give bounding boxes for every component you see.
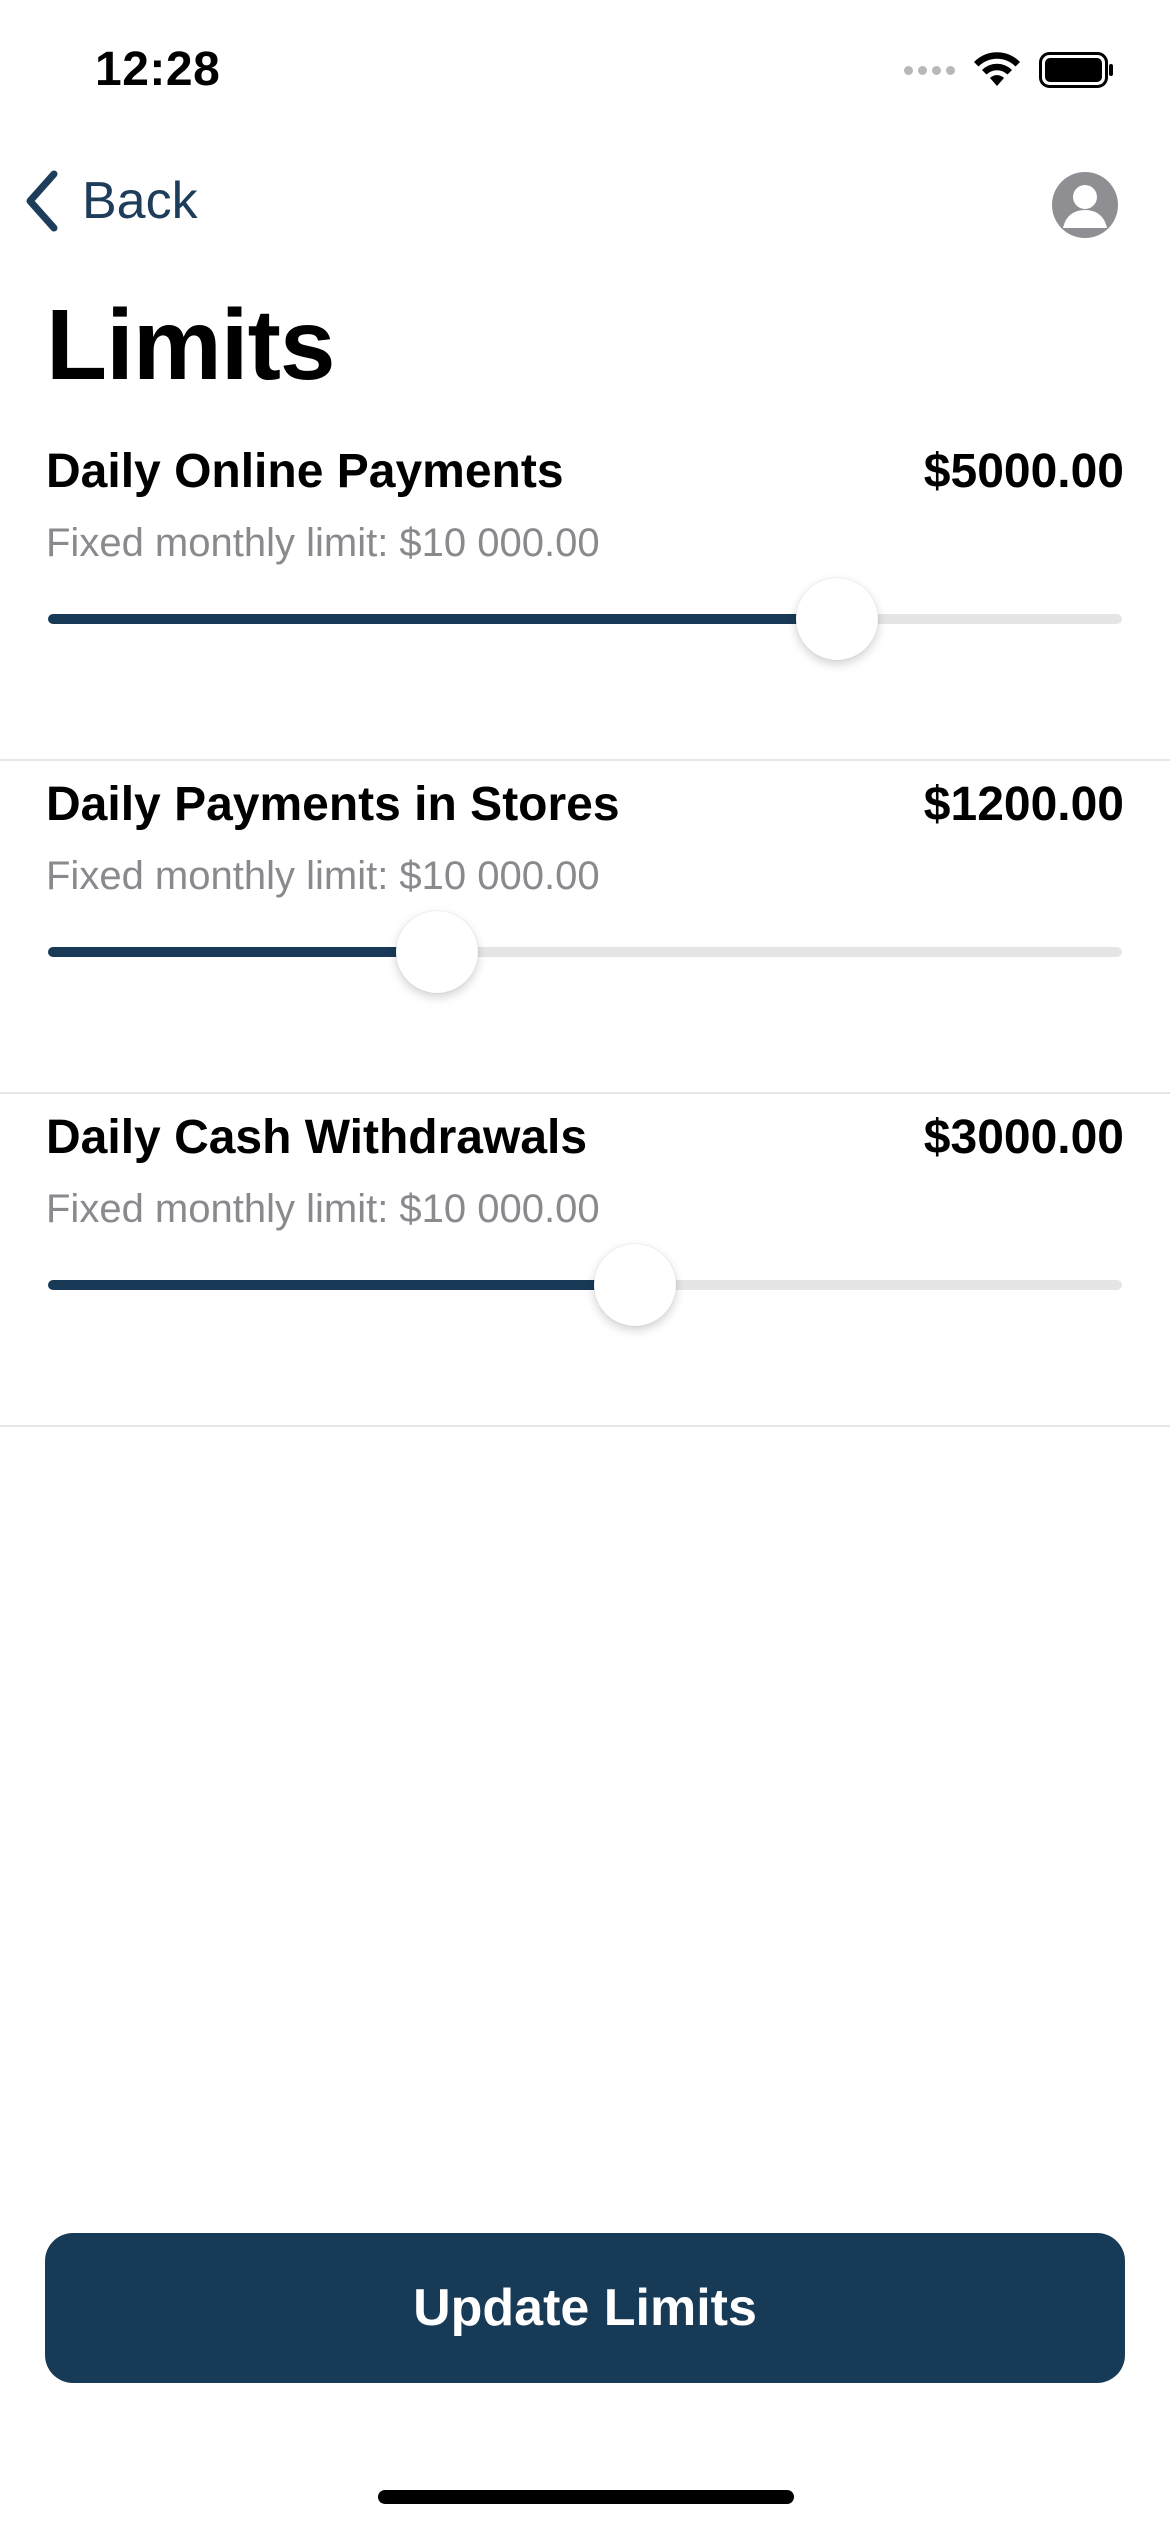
slider-fill [48, 1280, 636, 1290]
limit-value: $3000.00 [923, 1111, 1124, 1164]
back-label: Back [82, 172, 198, 230]
profile-button[interactable] [1052, 172, 1118, 238]
wifi-icon [974, 52, 1020, 86]
limit-slider[interactable] [48, 578, 1122, 660]
navigation-bar: Back [0, 160, 1170, 250]
slider-thumb[interactable] [395, 911, 478, 993]
limit-section-store-payments: Daily Payments in Stores $1200.00 Fixed … [0, 759, 1170, 1094]
person-icon [1063, 185, 1107, 228]
limit-section-cash-withdrawals: Daily Cash Withdrawals $3000.00 Fixed mo… [0, 1092, 1170, 1427]
limit-subtitle: Fixed monthly limit: $10 000.00 [46, 854, 600, 898]
limit-value: $1200.00 [923, 778, 1124, 831]
battery-icon [1039, 52, 1113, 88]
limit-subtitle: Fixed monthly limit: $10 000.00 [46, 521, 600, 565]
limit-name: Daily Online Payments [46, 445, 564, 498]
slider-thumb[interactable] [796, 578, 879, 660]
back-button[interactable]: Back [22, 170, 198, 232]
update-limits-button[interactable]: Update Limits [45, 2233, 1125, 2383]
status-time: 12:28 [95, 43, 221, 96]
limit-value: $5000.00 [923, 445, 1124, 498]
limit-section-online-payments: Daily Online Payments $5000.00 Fixed mon… [0, 426, 1170, 761]
limit-name: Daily Cash Withdrawals [46, 1111, 588, 1164]
status-icons [904, 52, 1115, 88]
slider-fill [48, 947, 437, 957]
status-bar: 12:28 [0, 0, 1170, 140]
slider-thumb[interactable] [594, 1244, 677, 1326]
chevron-left-icon [26, 170, 58, 232]
cellular-signal-icon [904, 65, 955, 75]
page-title: Limits [46, 289, 335, 401]
home-indicator [378, 2490, 794, 2504]
limit-slider[interactable] [48, 1244, 1122, 1326]
limit-name: Daily Payments in Stores [46, 778, 620, 831]
limit-slider[interactable] [48, 911, 1122, 993]
slider-fill [48, 614, 838, 624]
limit-subtitle: Fixed monthly limit: $10 000.00 [46, 1187, 600, 1231]
